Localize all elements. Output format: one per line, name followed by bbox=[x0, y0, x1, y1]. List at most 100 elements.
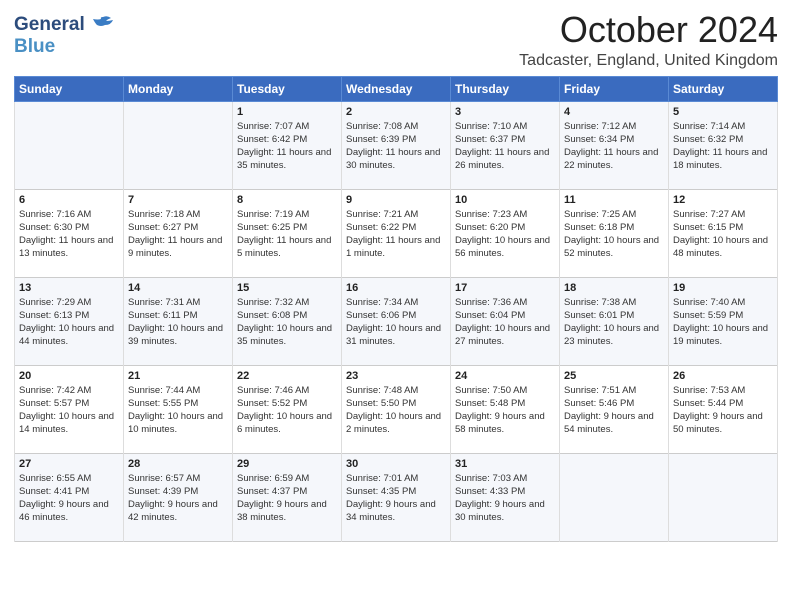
day-info: Sunrise: 7:51 AMSunset: 5:46 PMDaylight:… bbox=[564, 384, 664, 437]
day-cell: 5 Sunrise: 7:14 AMSunset: 6:32 PMDayligh… bbox=[669, 101, 778, 189]
day-info: Sunrise: 7:16 AMSunset: 6:30 PMDaylight:… bbox=[19, 208, 119, 261]
day-info: Sunrise: 7:27 AMSunset: 6:15 PMDaylight:… bbox=[673, 208, 773, 261]
day-number: 3 bbox=[455, 106, 555, 118]
col-monday: Monday bbox=[124, 76, 233, 101]
day-cell: 28 Sunrise: 6:57 AMSunset: 4:39 PMDaylig… bbox=[124, 453, 233, 541]
day-cell: 8 Sunrise: 7:19 AMSunset: 6:25 PMDayligh… bbox=[233, 189, 342, 277]
day-cell: 30 Sunrise: 7:01 AMSunset: 4:35 PMDaylig… bbox=[342, 453, 451, 541]
day-info: Sunrise: 6:59 AMSunset: 4:37 PMDaylight:… bbox=[237, 472, 337, 525]
day-number: 7 bbox=[128, 194, 228, 206]
day-cell bbox=[15, 101, 124, 189]
day-info: Sunrise: 7:53 AMSunset: 5:44 PMDaylight:… bbox=[673, 384, 773, 437]
day-number: 13 bbox=[19, 282, 119, 294]
week-row-1: 1 Sunrise: 7:07 AMSunset: 6:42 PMDayligh… bbox=[15, 101, 778, 189]
day-number: 27 bbox=[19, 458, 119, 470]
day-number: 21 bbox=[128, 370, 228, 382]
day-cell: 3 Sunrise: 7:10 AMSunset: 6:37 PMDayligh… bbox=[451, 101, 560, 189]
day-info: Sunrise: 7:40 AMSunset: 5:59 PMDaylight:… bbox=[673, 296, 773, 349]
day-cell: 9 Sunrise: 7:21 AMSunset: 6:22 PMDayligh… bbox=[342, 189, 451, 277]
col-wednesday: Wednesday bbox=[342, 76, 451, 101]
bird-icon bbox=[91, 15, 113, 33]
day-cell bbox=[560, 453, 669, 541]
day-number: 14 bbox=[128, 282, 228, 294]
day-cell: 24 Sunrise: 7:50 AMSunset: 5:48 PMDaylig… bbox=[451, 365, 560, 453]
day-number: 31 bbox=[455, 458, 555, 470]
day-info: Sunrise: 7:14 AMSunset: 6:32 PMDaylight:… bbox=[673, 120, 773, 173]
col-tuesday: Tuesday bbox=[233, 76, 342, 101]
day-number: 12 bbox=[673, 194, 773, 206]
day-cell: 17 Sunrise: 7:36 AMSunset: 6:04 PMDaylig… bbox=[451, 277, 560, 365]
day-info: Sunrise: 7:23 AMSunset: 6:20 PMDaylight:… bbox=[455, 208, 555, 261]
header: General Blue October 2024 Tadcaster, Eng… bbox=[14, 10, 778, 70]
col-friday: Friday bbox=[560, 76, 669, 101]
day-number: 18 bbox=[564, 282, 664, 294]
day-number: 8 bbox=[237, 194, 337, 206]
day-cell: 23 Sunrise: 7:48 AMSunset: 5:50 PMDaylig… bbox=[342, 365, 451, 453]
day-number: 20 bbox=[19, 370, 119, 382]
header-row: Sunday Monday Tuesday Wednesday Thursday… bbox=[15, 76, 778, 101]
day-info: Sunrise: 7:08 AMSunset: 6:39 PMDaylight:… bbox=[346, 120, 446, 173]
day-info: Sunrise: 7:03 AMSunset: 4:33 PMDaylight:… bbox=[455, 472, 555, 525]
day-cell: 20 Sunrise: 7:42 AMSunset: 5:57 PMDaylig… bbox=[15, 365, 124, 453]
day-cell: 1 Sunrise: 7:07 AMSunset: 6:42 PMDayligh… bbox=[233, 101, 342, 189]
day-info: Sunrise: 7:50 AMSunset: 5:48 PMDaylight:… bbox=[455, 384, 555, 437]
col-saturday: Saturday bbox=[669, 76, 778, 101]
col-sunday: Sunday bbox=[15, 76, 124, 101]
day-cell: 6 Sunrise: 7:16 AMSunset: 6:30 PMDayligh… bbox=[15, 189, 124, 277]
day-info: Sunrise: 7:31 AMSunset: 6:11 PMDaylight:… bbox=[128, 296, 228, 349]
day-number: 29 bbox=[237, 458, 337, 470]
day-number: 17 bbox=[455, 282, 555, 294]
day-cell: 26 Sunrise: 7:53 AMSunset: 5:44 PMDaylig… bbox=[669, 365, 778, 453]
day-info: Sunrise: 7:48 AMSunset: 5:50 PMDaylight:… bbox=[346, 384, 446, 437]
day-info: Sunrise: 7:29 AMSunset: 6:13 PMDaylight:… bbox=[19, 296, 119, 349]
calendar-header: Sunday Monday Tuesday Wednesday Thursday… bbox=[15, 76, 778, 101]
day-number: 15 bbox=[237, 282, 337, 294]
day-info: Sunrise: 7:07 AMSunset: 6:42 PMDaylight:… bbox=[237, 120, 337, 173]
day-cell: 25 Sunrise: 7:51 AMSunset: 5:46 PMDaylig… bbox=[560, 365, 669, 453]
day-number: 22 bbox=[237, 370, 337, 382]
day-number: 9 bbox=[346, 194, 446, 206]
day-number: 24 bbox=[455, 370, 555, 382]
day-cell: 27 Sunrise: 6:55 AMSunset: 4:41 PMDaylig… bbox=[15, 453, 124, 541]
day-info: Sunrise: 7:19 AMSunset: 6:25 PMDaylight:… bbox=[237, 208, 337, 261]
day-cell: 12 Sunrise: 7:27 AMSunset: 6:15 PMDaylig… bbox=[669, 189, 778, 277]
day-number: 26 bbox=[673, 370, 773, 382]
day-cell bbox=[669, 453, 778, 541]
logo: General Blue bbox=[14, 14, 113, 58]
day-info: Sunrise: 7:46 AMSunset: 5:52 PMDaylight:… bbox=[237, 384, 337, 437]
page: General Blue October 2024 Tadcaster, Eng… bbox=[0, 0, 792, 612]
day-number: 2 bbox=[346, 106, 446, 118]
day-cell: 21 Sunrise: 7:44 AMSunset: 5:55 PMDaylig… bbox=[124, 365, 233, 453]
day-cell: 19 Sunrise: 7:40 AMSunset: 5:59 PMDaylig… bbox=[669, 277, 778, 365]
day-cell: 11 Sunrise: 7:25 AMSunset: 6:18 PMDaylig… bbox=[560, 189, 669, 277]
col-thursday: Thursday bbox=[451, 76, 560, 101]
day-info: Sunrise: 7:38 AMSunset: 6:01 PMDaylight:… bbox=[564, 296, 664, 349]
day-number: 1 bbox=[237, 106, 337, 118]
day-cell: 18 Sunrise: 7:38 AMSunset: 6:01 PMDaylig… bbox=[560, 277, 669, 365]
day-cell: 15 Sunrise: 7:32 AMSunset: 6:08 PMDaylig… bbox=[233, 277, 342, 365]
day-cell: 10 Sunrise: 7:23 AMSunset: 6:20 PMDaylig… bbox=[451, 189, 560, 277]
day-number: 5 bbox=[673, 106, 773, 118]
day-info: Sunrise: 7:18 AMSunset: 6:27 PMDaylight:… bbox=[128, 208, 228, 261]
day-info: Sunrise: 7:36 AMSunset: 6:04 PMDaylight:… bbox=[455, 296, 555, 349]
week-row-5: 27 Sunrise: 6:55 AMSunset: 4:41 PMDaylig… bbox=[15, 453, 778, 541]
day-info: Sunrise: 7:44 AMSunset: 5:55 PMDaylight:… bbox=[128, 384, 228, 437]
day-info: Sunrise: 7:34 AMSunset: 6:06 PMDaylight:… bbox=[346, 296, 446, 349]
day-number: 19 bbox=[673, 282, 773, 294]
day-info: Sunrise: 7:32 AMSunset: 6:08 PMDaylight:… bbox=[237, 296, 337, 349]
day-number: 28 bbox=[128, 458, 228, 470]
week-row-4: 20 Sunrise: 7:42 AMSunset: 5:57 PMDaylig… bbox=[15, 365, 778, 453]
day-cell: 14 Sunrise: 7:31 AMSunset: 6:11 PMDaylig… bbox=[124, 277, 233, 365]
day-info: Sunrise: 7:10 AMSunset: 6:37 PMDaylight:… bbox=[455, 120, 555, 173]
day-number: 16 bbox=[346, 282, 446, 294]
day-info: Sunrise: 7:12 AMSunset: 6:34 PMDaylight:… bbox=[564, 120, 664, 173]
day-info: Sunrise: 6:55 AMSunset: 4:41 PMDaylight:… bbox=[19, 472, 119, 525]
day-number: 25 bbox=[564, 370, 664, 382]
day-number: 11 bbox=[564, 194, 664, 206]
day-cell: 29 Sunrise: 6:59 AMSunset: 4:37 PMDaylig… bbox=[233, 453, 342, 541]
day-cell: 4 Sunrise: 7:12 AMSunset: 6:34 PMDayligh… bbox=[560, 101, 669, 189]
location-title: Tadcaster, England, United Kingdom bbox=[519, 52, 778, 70]
day-number: 30 bbox=[346, 458, 446, 470]
day-cell: 31 Sunrise: 7:03 AMSunset: 4:33 PMDaylig… bbox=[451, 453, 560, 541]
day-cell bbox=[124, 101, 233, 189]
